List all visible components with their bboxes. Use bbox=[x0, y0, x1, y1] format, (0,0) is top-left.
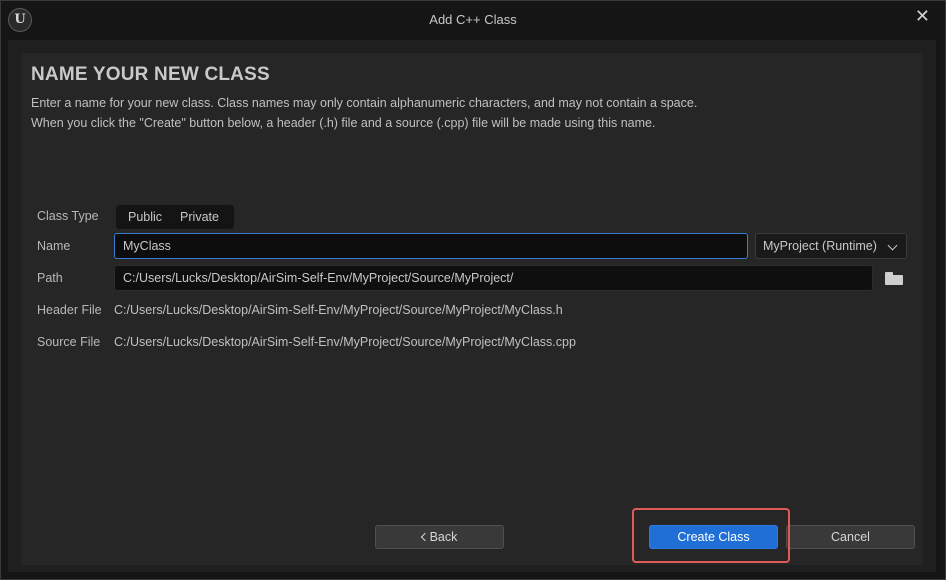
highlight-box bbox=[632, 508, 790, 563]
description-line-2: When you click the "Create" button below… bbox=[31, 116, 656, 130]
header-file-value: C:/Users/Lucks/Desktop/AirSim-Self-Env/M… bbox=[114, 303, 563, 317]
source-file-value: C:/Users/Lucks/Desktop/AirSim-Self-Env/M… bbox=[114, 335, 576, 349]
chevron-down-icon bbox=[887, 240, 898, 251]
chevron-left-icon bbox=[420, 532, 429, 542]
module-dropdown[interactable]: MyProject (Runtime) bbox=[755, 233, 907, 259]
close-icon[interactable]: ✕ bbox=[915, 7, 930, 25]
description-line-1: Enter a name for your new class. Class n… bbox=[31, 96, 698, 110]
title-bar: U Add C++ Class ✕ bbox=[1, 1, 945, 39]
name-label: Name bbox=[37, 239, 71, 253]
back-button-label: Back bbox=[429, 530, 458, 544]
path-label: Path bbox=[37, 271, 63, 285]
window-title: Add C++ Class bbox=[429, 12, 517, 27]
source-file-label: Source File bbox=[37, 335, 101, 349]
class-type-public-option[interactable]: Public bbox=[122, 210, 168, 224]
module-dropdown-value: MyProject (Runtime) bbox=[763, 239, 877, 253]
class-type-private-option[interactable]: Private bbox=[174, 210, 225, 224]
path-input[interactable]: C:/Users/Lucks/Desktop/AirSim-Self-Env/M… bbox=[114, 265, 873, 291]
class-name-input[interactable]: MyClass bbox=[114, 233, 748, 259]
back-button[interactable]: Back bbox=[375, 525, 504, 549]
class-type-toggle: Public Private bbox=[116, 205, 234, 229]
folder-icon[interactable] bbox=[885, 272, 903, 285]
class-type-label: Class Type bbox=[37, 209, 99, 223]
header-file-label: Header File bbox=[37, 303, 102, 317]
page-title: NAME YOUR NEW CLASS bbox=[31, 64, 270, 85]
cancel-button[interactable]: Cancel bbox=[786, 525, 915, 549]
